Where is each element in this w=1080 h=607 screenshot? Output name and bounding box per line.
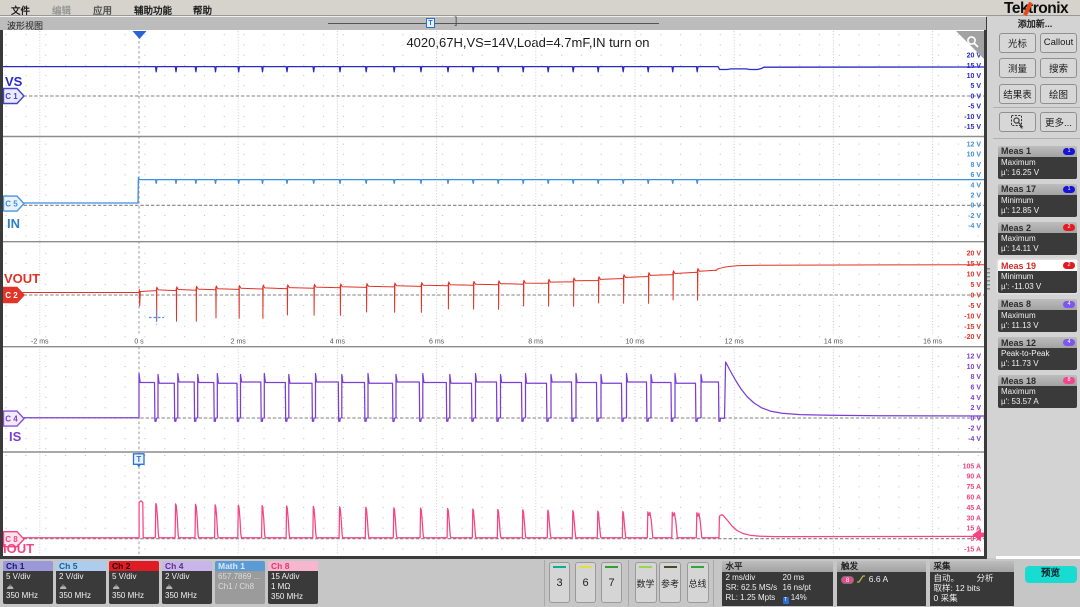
- svg-text:0 V: 0 V: [970, 292, 981, 299]
- svg-text:-2 ms: -2 ms: [31, 339, 49, 346]
- svg-text:-5 V: -5 V: [968, 104, 981, 111]
- svg-text:45 A: 45 A: [966, 505, 981, 512]
- svg-text:C 4: C 4: [5, 415, 18, 424]
- svg-text:0 s: 0 s: [134, 339, 144, 346]
- svg-text:C 2: C 2: [5, 291, 18, 300]
- svg-text:20 V: 20 V: [967, 251, 982, 258]
- svg-text:10 ms: 10 ms: [625, 339, 645, 346]
- svg-text:90 A: 90 A: [966, 474, 981, 481]
- svg-text:10 V: 10 V: [967, 73, 982, 80]
- svg-text:4 ms: 4 ms: [330, 339, 346, 346]
- svg-text:0 V: 0 V: [970, 415, 981, 422]
- svg-text:10 V: 10 V: [967, 272, 982, 279]
- svg-text:30 A: 30 A: [966, 515, 981, 522]
- svg-text:12 V: 12 V: [967, 142, 982, 149]
- svg-text:-4 V: -4 V: [968, 436, 981, 443]
- svg-text:15 V: 15 V: [967, 63, 982, 70]
- svg-text:-10 V: -10 V: [964, 313, 981, 320]
- svg-text:5 V: 5 V: [970, 83, 981, 90]
- svg-text:10 V: 10 V: [967, 152, 982, 159]
- svg-text:12 V: 12 V: [967, 354, 982, 361]
- svg-text:2 ms: 2 ms: [231, 339, 247, 346]
- svg-text:6 V: 6 V: [970, 385, 981, 392]
- svg-text:IOUT: IOUT: [3, 541, 34, 556]
- svg-text:IN: IN: [7, 216, 20, 231]
- svg-text:105 A: 105 A: [963, 463, 981, 470]
- svg-text:IS: IS: [9, 429, 22, 444]
- svg-text:0 V: 0 V: [970, 203, 981, 210]
- svg-text:-15 V: -15 V: [964, 124, 981, 131]
- svg-text:2 V: 2 V: [970, 405, 981, 412]
- svg-text:-2 V: -2 V: [968, 426, 981, 433]
- svg-text:C 5: C 5: [5, 200, 18, 209]
- svg-text:75 A: 75 A: [966, 484, 981, 491]
- svg-text:8 V: 8 V: [970, 374, 981, 381]
- svg-text:2 V: 2 V: [970, 193, 981, 200]
- svg-text:-5 V: -5 V: [968, 303, 981, 310]
- svg-text:14 ms: 14 ms: [824, 339, 844, 346]
- svg-text:12 ms: 12 ms: [725, 339, 745, 346]
- svg-text:C 1: C 1: [5, 92, 18, 101]
- svg-text:-10 V: -10 V: [964, 114, 981, 121]
- svg-text:10 V: 10 V: [967, 364, 982, 371]
- svg-text:T: T: [136, 455, 141, 464]
- svg-text:-15 A: -15 A: [964, 547, 981, 554]
- svg-text:6 ms: 6 ms: [429, 339, 445, 346]
- svg-text:8 ms: 8 ms: [528, 339, 544, 346]
- svg-text:-20 V: -20 V: [964, 334, 981, 341]
- svg-text:VOUT: VOUT: [4, 271, 40, 286]
- svg-text:8 V: 8 V: [970, 162, 981, 169]
- svg-text:4020,67H,VS=14V,Load=4.7mF,IN: 4020,67H,VS=14V,Load=4.7mF,IN turn on: [406, 35, 649, 50]
- svg-text:4 V: 4 V: [970, 182, 981, 189]
- svg-text:6 V: 6 V: [970, 172, 981, 179]
- svg-text:15 V: 15 V: [967, 261, 982, 268]
- svg-text:VS: VS: [5, 74, 23, 89]
- svg-text:5 V: 5 V: [970, 282, 981, 289]
- svg-text:60 A: 60 A: [966, 495, 981, 502]
- svg-text:-4 V: -4 V: [968, 223, 981, 230]
- svg-text:-2 V: -2 V: [968, 213, 981, 220]
- svg-text:-15 V: -15 V: [964, 324, 981, 331]
- svg-text:4 V: 4 V: [970, 395, 981, 402]
- svg-text:16 ms: 16 ms: [923, 339, 943, 346]
- svg-text:0 V: 0 V: [970, 93, 981, 100]
